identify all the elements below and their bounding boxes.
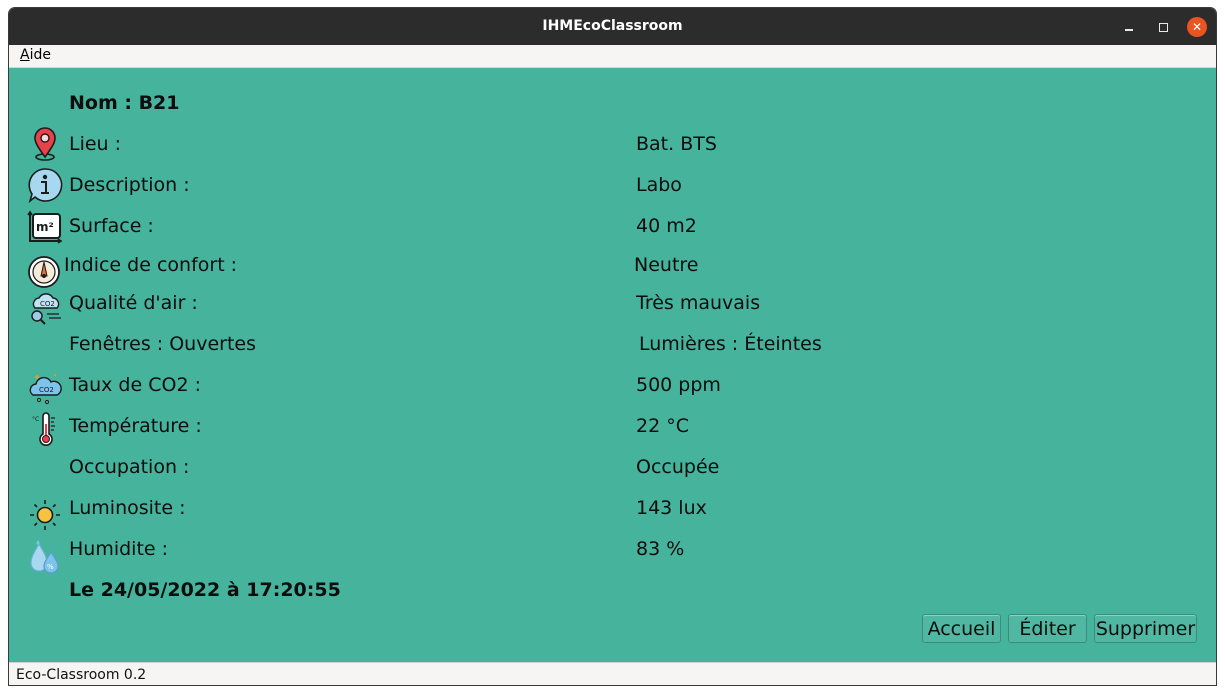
info-icon <box>28 168 63 203</box>
menu-aide-mnemonic: A <box>20 47 30 63</box>
svg-text:CO2: CO2 <box>40 300 55 308</box>
comfort-gauge-icon <box>28 256 60 288</box>
editer-button[interactable]: Éditer <box>1008 614 1087 643</box>
description-value: Labo <box>636 174 682 196</box>
co2-value: 500 ppm <box>636 374 721 396</box>
menu-bar: Aide <box>9 45 1216 68</box>
confort-value: Neutre <box>634 254 699 276</box>
occupation-value: Occupée <box>636 456 720 478</box>
lieu-label: Lieu : <box>69 133 122 155</box>
window-title: IHMEcoClassroom <box>542 18 683 34</box>
svg-text:%: % <box>47 563 54 571</box>
surface-value: 40 m2 <box>636 215 697 237</box>
sun-icon <box>30 500 60 530</box>
minimize-icon <box>1125 29 1133 31</box>
co2-label: Taux de CO2 : <box>69 374 201 396</box>
accueil-button[interactable]: Accueil <box>922 614 1001 643</box>
m2-area-icon: m² <box>27 210 63 244</box>
air-quality-icon: CO2 <box>31 293 61 325</box>
svg-text:m²: m² <box>36 220 54 234</box>
app-window: IHMEcoClassroom ✕ Aide Nom : B21 Lieu : … <box>9 8 1216 685</box>
fenetres-status: Fenêtres : Ouvertes <box>69 333 257 355</box>
menu-aide[interactable]: Aide <box>20 47 51 63</box>
qualite-air-label: Qualité d'air : <box>69 292 198 314</box>
maximize-icon <box>1158 22 1168 32</box>
temperature-label: Température : <box>69 415 202 437</box>
humidity-drop-icon: % <box>30 540 59 574</box>
close-icon: ✕ <box>1191 20 1203 34</box>
status-bar: Eco-Classroom 0.2 <box>9 662 1216 685</box>
svg-text:CO2: CO2 <box>39 386 54 394</box>
thermometer-icon: °C <box>32 412 55 446</box>
humidite-label: Humidite : <box>69 538 169 560</box>
humidite-value: 83 % <box>636 538 685 560</box>
co2-cloud-icon: CO2 <box>29 373 62 405</box>
close-button[interactable]: ✕ <box>1187 17 1207 37</box>
status-text: Eco-Classroom 0.2 <box>16 667 147 683</box>
supprimer-button[interactable]: Supprimer <box>1094 614 1197 643</box>
occupation-label: Occupation : <box>69 456 190 478</box>
lumieres-status: Lumières : Éteintes <box>639 333 822 355</box>
minimize-button[interactable] <box>1119 17 1139 37</box>
temperature-value: 22 °C <box>636 415 689 437</box>
surface-label: Surface : <box>69 215 154 237</box>
title-bar[interactable]: IHMEcoClassroom ✕ <box>9 8 1216 45</box>
maximize-button[interactable] <box>1153 17 1173 37</box>
description-label: Description : <box>69 174 190 196</box>
location-pin-icon <box>34 127 56 161</box>
menu-aide-label: ide <box>29 47 51 63</box>
room-name: Nom : B21 <box>69 92 180 114</box>
timestamp: Le 24/05/2022 à 17:20:55 <box>69 579 341 601</box>
luminosite-label: Luminosite : <box>69 497 186 519</box>
qualite-air-value: Très mauvais <box>636 292 761 314</box>
lieu-value: Bat. BTS <box>636 133 717 155</box>
room-details-panel: Nom : B21 Lieu : Bat. BTS Description : … <box>9 68 1216 662</box>
svg-text:°C: °C <box>32 416 39 423</box>
confort-label: Indice de confort : <box>64 254 238 276</box>
luminosite-value: 143 lux <box>636 497 707 519</box>
